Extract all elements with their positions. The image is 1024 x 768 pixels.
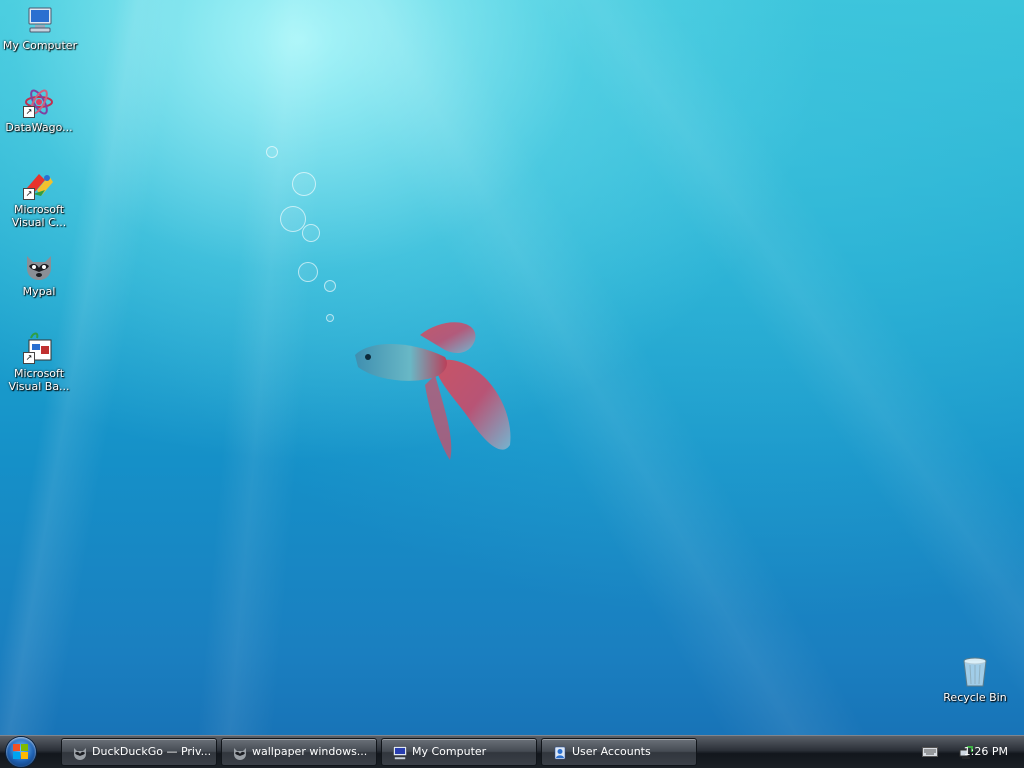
recycle-bin-icon <box>959 656 991 688</box>
desktop-icon-datawagon[interactable]: ↗ DataWago... <box>1 86 77 134</box>
taskbar: DuckDuckGo — Priv... wallpaper windows..… <box>0 735 1024 768</box>
visual-c-icon: ↗ <box>23 168 55 200</box>
desktop-icon-mypal[interactable]: Mypal <box>1 250 77 298</box>
desktop-icon-recycle-bin[interactable]: Recycle Bin <box>937 656 1013 704</box>
bubble <box>326 314 334 322</box>
datawagon-icon: ↗ <box>23 86 55 118</box>
taskbar-button-label: wallpaper windows... <box>252 745 368 758</box>
taskbar-button-label: DuckDuckGo — Priv... <box>92 745 212 758</box>
bubble <box>298 262 318 282</box>
betta-fish-image <box>355 322 511 460</box>
taskbar-button-user-accounts[interactable]: User Accounts <box>541 738 697 766</box>
desktop-icon-label: Mypal <box>22 285 56 298</box>
keyboard-icon[interactable] <box>922 747 938 757</box>
desktop-icon-label: Recycle Bin <box>943 691 1007 704</box>
taskbar-button-label: My Computer <box>412 745 487 758</box>
bubble <box>324 280 336 292</box>
shortcut-arrow-icon: ↗ <box>23 106 35 118</box>
shortcut-arrow-icon: ↗ <box>23 188 35 200</box>
start-button[interactable] <box>6 737 36 767</box>
bubble <box>302 224 320 242</box>
computer-icon <box>393 746 407 760</box>
taskbar-button-label: User Accounts <box>572 745 651 758</box>
visual-basic-icon: ↗ <box>23 332 55 364</box>
shortcut-arrow-icon: ↗ <box>23 352 35 364</box>
desktop-icon-label: My Computer <box>2 39 78 52</box>
desktop-icon-label: Microsoft Visual Ba... <box>8 367 70 393</box>
windows-logo-icon <box>13 744 28 759</box>
mypal-icon <box>23 250 55 282</box>
user-accounts-icon <box>554 746 566 760</box>
desktop-icon-my-computer[interactable]: My Computer <box>2 4 78 52</box>
system-tray: 1:26 PM <box>884 736 1024 768</box>
desktop-icon-label: Microsoft Visual C... <box>11 203 67 229</box>
computer-icon <box>24 4 56 36</box>
desktop-icon-visual-c[interactable]: ↗ Microsoft Visual C... <box>1 168 77 229</box>
bubble <box>266 146 278 158</box>
desktop-icon-label: DataWago... <box>5 121 73 134</box>
taskbar-button-my-computer[interactable]: My Computer <box>381 738 537 766</box>
clock[interactable]: 1:26 PM <box>964 745 1008 758</box>
desktop-icon-visual-basic[interactable]: ↗ Microsoft Visual Ba... <box>1 332 77 393</box>
bubble <box>292 172 316 196</box>
taskbar-button-duckduckgo[interactable]: DuckDuckGo — Priv... <box>61 738 217 766</box>
mypal-icon <box>234 748 246 760</box>
taskbar-button-wallpaper[interactable]: wallpaper windows... <box>221 738 377 766</box>
mypal-icon <box>74 748 86 760</box>
